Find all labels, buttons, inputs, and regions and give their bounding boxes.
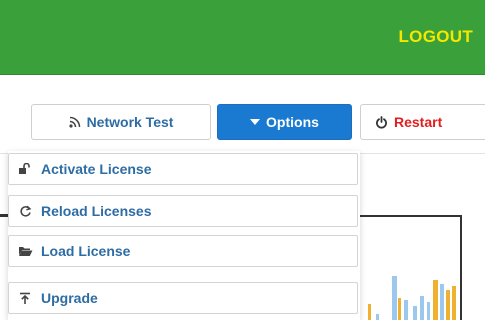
upload-icon [17, 292, 33, 305]
menu-item-label: Load License [41, 243, 131, 259]
network-test-label: Network Test [86, 114, 174, 130]
restart-button[interactable]: Restart [360, 104, 485, 140]
options-label: Options [266, 114, 319, 130]
menu-item-label: Upgrade [41, 290, 98, 306]
menu-item-upgrade[interactable]: Upgrade [8, 282, 358, 314]
power-icon [375, 115, 388, 129]
menu-item-label: Activate License [41, 161, 152, 177]
folder-open-icon [17, 245, 33, 257]
restart-label: Restart [394, 114, 443, 130]
rss-icon [68, 116, 81, 128]
network-test-button[interactable]: Network Test [31, 104, 211, 140]
menu-item-activate-license[interactable]: Activate License [8, 153, 358, 185]
refresh-icon [17, 205, 33, 218]
options-button[interactable]: Options [217, 104, 352, 140]
menu-item-load-license[interactable]: Load License [8, 235, 358, 267]
top-header-bar: LOGOUT [0, 0, 485, 75]
menu-item-label: Reload Licenses [41, 203, 152, 219]
menu-item-reload-licenses[interactable]: Reload Licenses [8, 195, 358, 227]
logout-link[interactable]: LOGOUT [398, 27, 473, 47]
sub-header-bar [0, 75, 485, 98]
caret-down-icon [250, 119, 261, 125]
unlock-icon [17, 163, 33, 175]
